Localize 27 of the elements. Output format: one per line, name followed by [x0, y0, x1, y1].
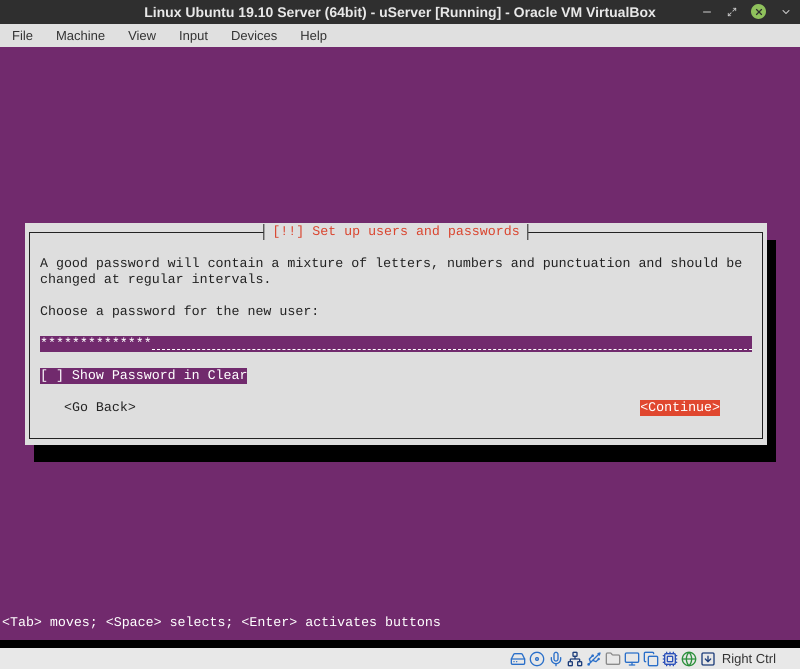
- usb-icon[interactable]: [586, 650, 602, 666]
- maximize-icon[interactable]: [727, 6, 737, 16]
- dialog-button[interactable]: <Continue>: [640, 400, 720, 416]
- checkbox[interactable]: [ ] Show Password in Clear: [40, 368, 248, 384]
- microphone-icon[interactable]: [548, 650, 564, 666]
- chip-icon[interactable]: [662, 650, 678, 666]
- hard-drive-icon[interactable]: [510, 650, 526, 666]
- network-icon[interactable]: [566, 650, 583, 666]
- menu-item[interactable]: Devices: [230, 26, 278, 46]
- prompt-text: Choose a password for the new user:: [40, 304, 320, 320]
- dialog-title: [!!] Set up users and passwords: [263, 224, 529, 240]
- key-hint-text: <Tab> moves; <Space> selects; <Enter> activates buttons: [1, 615, 442, 631]
- window-title: Linux Ubuntu 19.10 Server (64bit) - uServer [Running] - Oracle VM VirtualBox: [144, 2, 656, 22]
- close-button[interactable]: [751, 4, 766, 19]
- menu-item[interactable]: Input: [179, 26, 208, 46]
- dialog-button[interactable]: <Go Back>: [64, 400, 136, 416]
- close-icon: [754, 6, 764, 16]
- host-key-text: Right Ctrl: [722, 650, 776, 668]
- menu-item[interactable]: Machine: [56, 26, 106, 46]
- folder-icon[interactable]: [604, 650, 621, 666]
- menu-item[interactable]: View: [128, 26, 156, 46]
- monitor-icon[interactable]: [624, 650, 640, 666]
- menu-item[interactable]: Help: [300, 26, 327, 46]
- password-field[interactable]: **************: [40, 336, 752, 352]
- menu-item[interactable]: File: [12, 26, 33, 46]
- description-text: A good password will contain a mixture of letters, numbers and punctuation and should be changed at regular intervals.: [40, 256, 744, 288]
- disc-icon[interactable]: [528, 650, 545, 666]
